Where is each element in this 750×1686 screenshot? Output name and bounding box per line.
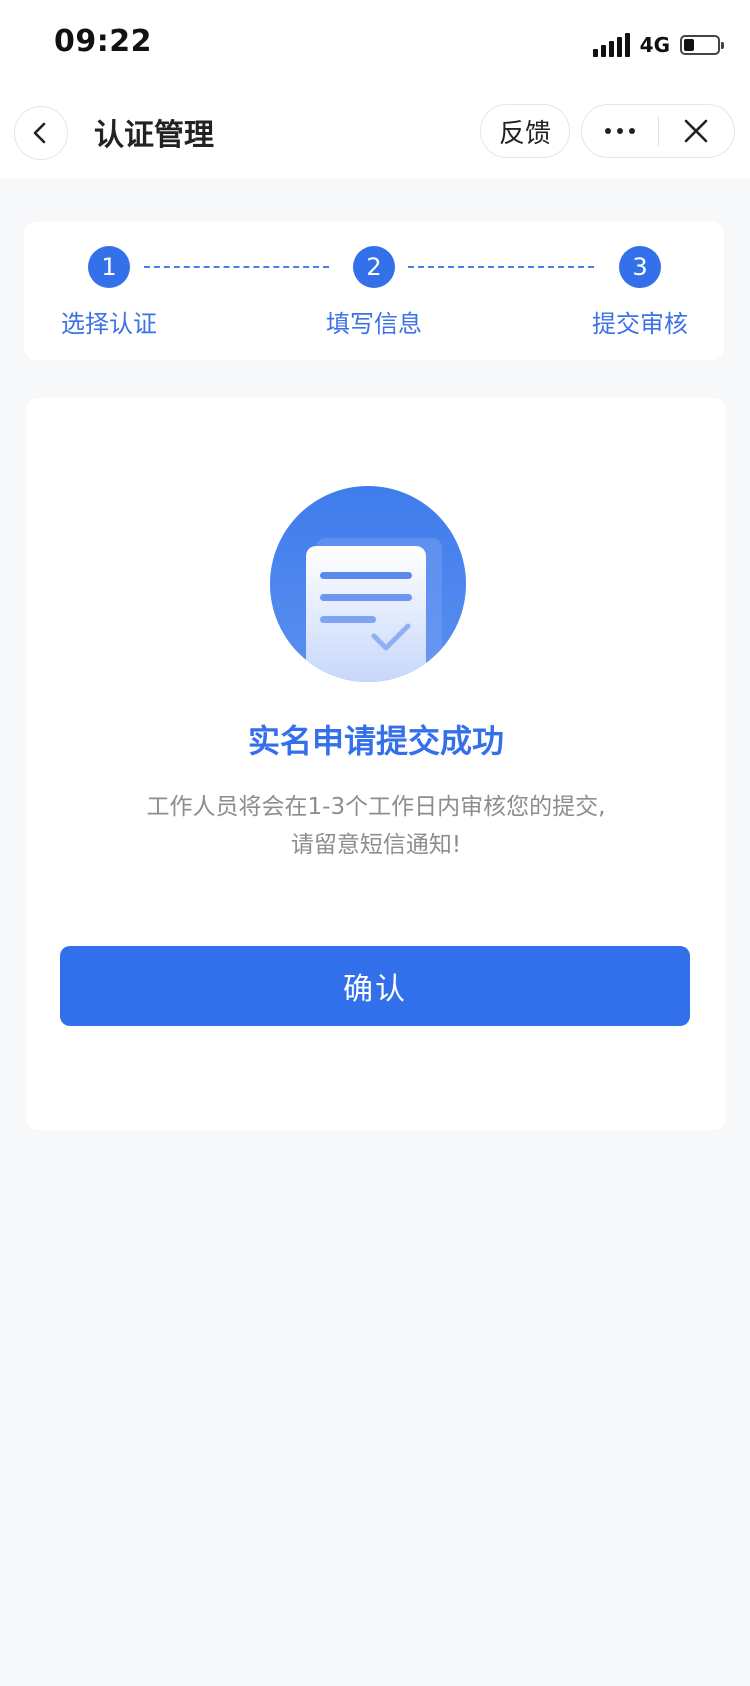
description-line: 请留意短信通知! <box>290 832 462 858</box>
status-bar: 09:22 4G <box>0 0 750 88</box>
more-button[interactable] <box>582 105 658 157</box>
description-line: 工作人员将会在1-3个工作日内审核您的提交, <box>146 794 606 820</box>
nav-bar: 认证管理 反馈 <box>0 88 750 178</box>
chevron-left-icon <box>33 122 46 144</box>
back-button[interactable] <box>14 106 68 160</box>
step-2: 2 填写信息 <box>319 246 429 339</box>
step-number: 1 <box>88 246 130 288</box>
feedback-button[interactable]: 反馈 <box>480 104 570 158</box>
success-description: 工作人员将会在1-3个工作日内审核您的提交, 请留意短信通知! <box>86 788 666 864</box>
step-connector <box>408 266 594 268</box>
step-label: 填写信息 <box>326 310 422 338</box>
page-title: 认证管理 <box>94 118 214 153</box>
more-icon <box>604 128 635 134</box>
miniapp-capsule <box>581 104 735 158</box>
step-1: 1 选择认证 <box>54 246 164 339</box>
close-icon <box>684 119 708 143</box>
status-indicators: 4G <box>592 30 724 60</box>
step-number: 2 <box>353 246 395 288</box>
success-title: 实名申请提交成功 <box>247 722 504 760</box>
step-label: 提交审核 <box>592 310 688 338</box>
step-3: 3 提交审核 <box>585 246 695 339</box>
signal-icon <box>592 33 630 57</box>
battery-icon <box>680 35 724 55</box>
step-label: 选择认证 <box>61 310 157 338</box>
steps-progress: 1 选择认证 2 填写信息 3 提交审核 <box>24 222 724 360</box>
result-card: 实名申请提交成功 工作人员将会在1-3个工作日内审核您的提交, 请留意短信通知!… <box>26 398 726 1130</box>
network-label: 4G <box>639 33 670 57</box>
confirm-button[interactable]: 确认 <box>60 946 690 1026</box>
close-button[interactable] <box>659 105 735 157</box>
step-connector <box>144 266 329 268</box>
document-check-icon <box>270 486 466 682</box>
status-time: 09:22 <box>54 24 152 59</box>
step-number: 3 <box>619 246 661 288</box>
